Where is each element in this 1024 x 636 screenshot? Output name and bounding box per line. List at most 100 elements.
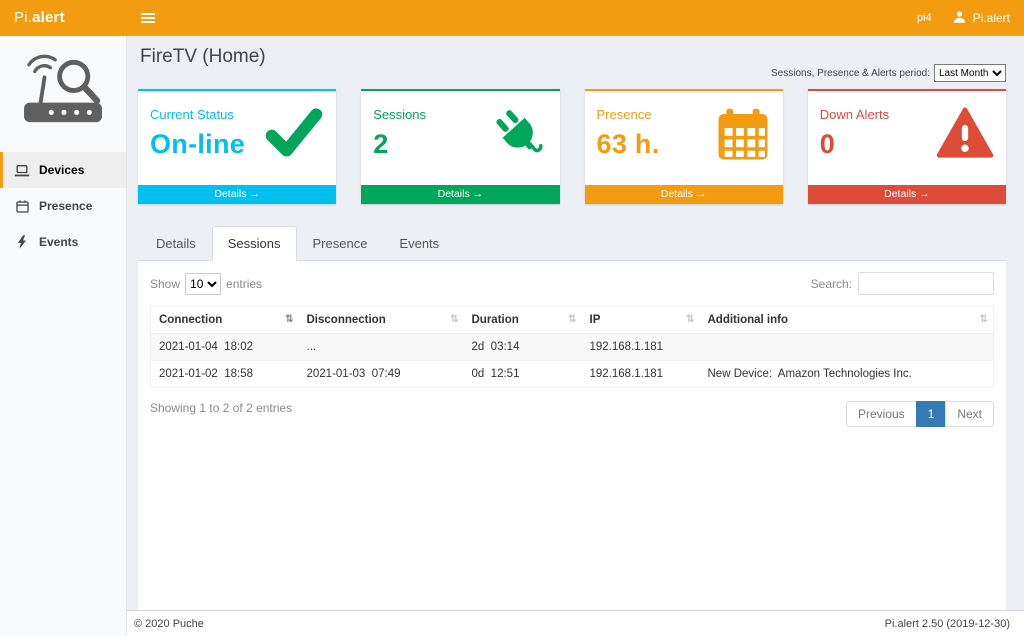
main-content: FireTV (Home) Sessions, Presence & Alert… xyxy=(127,36,1024,610)
pagination-previous-button[interactable]: Previous xyxy=(846,401,917,427)
content-header: FireTV (Home) Sessions, Presence & Alert… xyxy=(138,46,1006,82)
sort-icon[interactable] xyxy=(285,314,293,325)
sort-icon[interactable] xyxy=(568,314,576,325)
card-sessions: Sessions 2 Details xyxy=(361,89,559,204)
sidebar-item-label: Devices xyxy=(39,163,84,177)
navbar-right: pi4 Pi.alert xyxy=(917,10,1024,27)
sidebar-toggle-button[interactable] xyxy=(127,0,169,36)
show-label: Show xyxy=(150,277,180,291)
card-details-link[interactable]: Details xyxy=(361,185,559,204)
sort-icon[interactable] xyxy=(686,314,694,325)
top-navbar: Pi.alert pi4 Pi.alert xyxy=(0,0,1024,36)
table-row[interactable]: 2021-01-02 18:58 2021-01-03 07:49 0d 12:… xyxy=(151,361,994,388)
column-header-additional-info[interactable]: Additional info xyxy=(700,307,994,334)
card-details-link[interactable]: Details xyxy=(138,185,336,204)
check-icon xyxy=(264,107,324,162)
column-label: IP xyxy=(590,314,601,326)
pagination-next-button[interactable]: Next xyxy=(945,401,994,427)
info-cards: Current Status On-line Details Sessions … xyxy=(138,89,1006,204)
column-header-duration[interactable]: Duration xyxy=(464,307,582,334)
hamburger-icon xyxy=(141,17,155,19)
sidebar-item-presence[interactable]: Presence xyxy=(0,188,126,224)
cell-duration: 2d 03:14 xyxy=(464,334,582,361)
sort-icon[interactable] xyxy=(980,314,988,325)
entries-label: entries xyxy=(226,277,262,291)
pagination-page-1-button[interactable]: 1 xyxy=(916,401,947,427)
table-footer: Showing 1 to 2 of 2 entries Previous 1 N… xyxy=(150,401,994,427)
pialert-logo xyxy=(0,36,126,142)
card-down-alerts: Down Alerts 0 Details xyxy=(808,89,1006,204)
table-header-row: Connection Disconnection Duration IP Add… xyxy=(151,307,994,334)
calendar-icon xyxy=(715,107,771,168)
bolt-icon xyxy=(14,235,30,249)
search-control: Search: xyxy=(811,272,994,295)
copyright-label: © 2020 Puche xyxy=(134,618,204,630)
cell-additional-info: New Device: Amazon Technologies Inc. xyxy=(700,361,994,388)
arrow-circle-icon xyxy=(916,188,929,200)
version-label: Pi.alert 2.50 (2019-12-30) xyxy=(885,618,1010,630)
arrow-circle-icon xyxy=(470,188,483,200)
sidebar: Devices Presence Events xyxy=(0,36,127,636)
tab-details[interactable]: Details xyxy=(140,226,212,261)
page-length-control: Show 10 entries xyxy=(150,273,262,295)
user-menu-label: Pi.alert xyxy=(973,11,1010,25)
sidebar-menu: Devices Presence Events xyxy=(0,152,126,260)
page-length-select[interactable]: 10 xyxy=(185,273,221,295)
brand-suffix: alert xyxy=(32,9,65,26)
column-label: Duration xyxy=(472,314,519,326)
column-header-disconnection[interactable]: Disconnection xyxy=(299,307,464,334)
column-label: Disconnection xyxy=(307,314,386,326)
details-label: Details xyxy=(214,188,246,200)
sidebar-item-devices[interactable]: Devices xyxy=(0,152,126,188)
details-label: Details xyxy=(884,188,916,200)
cell-connection: 2021-01-04 18:02 xyxy=(151,334,299,361)
column-label: Additional info xyxy=(708,314,788,326)
card-details-link[interactable]: Details xyxy=(585,185,783,204)
pagination: Previous 1 Next xyxy=(847,401,994,427)
plug-icon xyxy=(492,107,548,168)
brand-prefix: Pi. xyxy=(14,9,32,26)
user-menu[interactable]: Pi.alert xyxy=(952,10,1010,27)
details-label: Details xyxy=(661,188,693,200)
sidebar-item-label: Presence xyxy=(39,199,92,213)
period-select[interactable]: Last Month xyxy=(934,64,1006,82)
sidebar-item-label: Events xyxy=(39,235,78,249)
sort-icon[interactable] xyxy=(450,314,458,325)
details-label: Details xyxy=(438,188,470,200)
cell-ip: 192.168.1.181 xyxy=(582,361,700,388)
card-presence: Presence 63 h. Details xyxy=(585,89,783,204)
tab-events[interactable]: Events xyxy=(383,226,455,261)
cell-disconnection: 2021-01-03 07:49 xyxy=(299,361,464,388)
sessions-table: Connection Disconnection Duration IP Add… xyxy=(150,306,994,388)
column-label: Connection xyxy=(159,314,222,326)
cell-additional-info xyxy=(700,334,994,361)
cell-disconnection: ... xyxy=(299,334,464,361)
arrow-circle-icon xyxy=(693,188,706,200)
detail-tabs: Details Sessions Presence Events xyxy=(138,226,1006,261)
sidebar-item-events[interactable]: Events xyxy=(0,224,126,260)
brand-logo[interactable]: Pi.alert xyxy=(0,0,127,36)
warning-icon xyxy=(936,107,994,164)
table-info-label: Showing 1 to 2 of 2 entries xyxy=(150,401,292,415)
cell-duration: 0d 12:51 xyxy=(464,361,582,388)
sessions-panel: Show 10 entries Search: Connection Disco… xyxy=(138,261,1006,610)
search-input[interactable] xyxy=(858,272,994,295)
card-details-link[interactable]: Details xyxy=(808,185,1006,204)
hostname-label: pi4 xyxy=(917,12,932,24)
tab-sessions[interactable]: Sessions xyxy=(212,226,297,261)
column-header-ip[interactable]: IP xyxy=(582,307,700,334)
tab-presence[interactable]: Presence xyxy=(297,226,384,261)
calendar-icon xyxy=(14,200,30,213)
user-icon xyxy=(952,10,967,27)
table-row[interactable]: 2021-01-04 18:02 ... 2d 03:14 192.168.1.… xyxy=(151,334,994,361)
card-current-status: Current Status On-line Details xyxy=(138,89,336,204)
search-label: Search: xyxy=(811,277,852,291)
arrow-circle-icon xyxy=(246,188,259,200)
column-header-connection[interactable]: Connection xyxy=(151,307,299,334)
cell-connection: 2021-01-02 18:58 xyxy=(151,361,299,388)
table-controls: Show 10 entries Search: xyxy=(150,272,994,295)
cell-ip: 192.168.1.181 xyxy=(582,334,700,361)
period-selector: Sessions, Presence & Alerts period: Last… xyxy=(771,64,1006,82)
page-footer: © 2020 Puche Pi.alert 2.50 (2019-12-30) xyxy=(127,610,1024,636)
period-label: Sessions, Presence & Alerts period: xyxy=(771,68,930,79)
